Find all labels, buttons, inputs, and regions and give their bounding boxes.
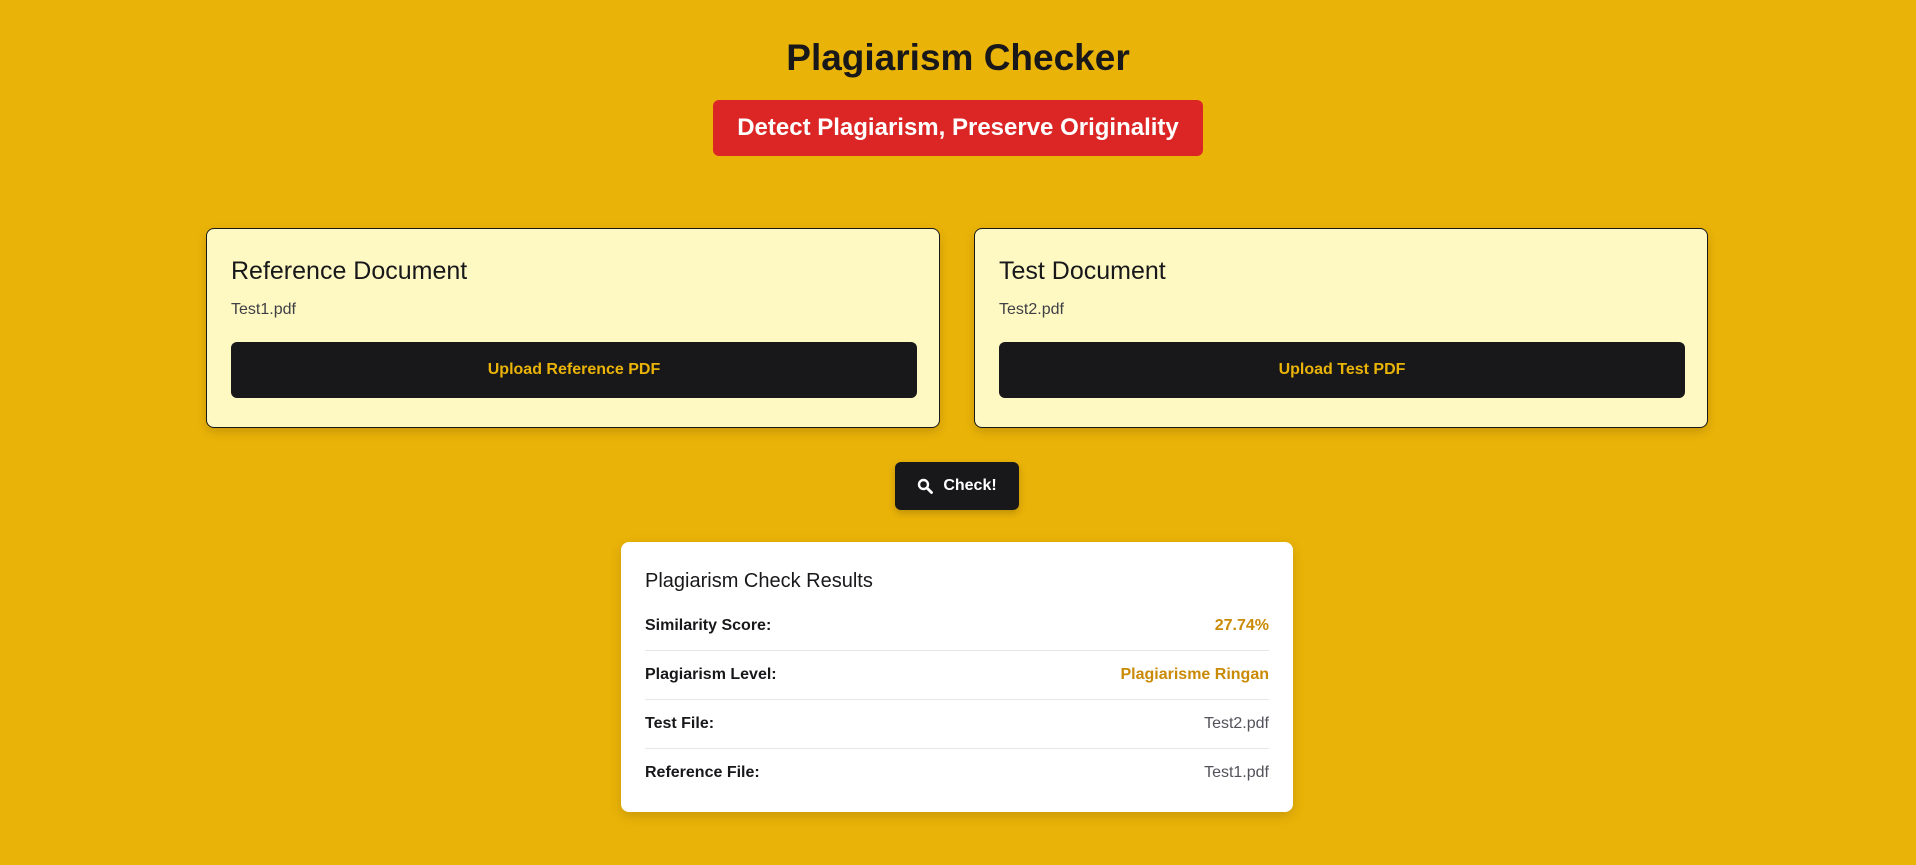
header: Plagiarism Checker Detect Plagiarism, Pr… [0, 0, 1916, 156]
reference-card-title: Reference Document [231, 257, 468, 285]
tagline-banner: Detect Plagiarism, Preserve Originality [713, 100, 1203, 156]
test-card-title: Test Document [999, 257, 1166, 285]
reference-file-label: Reference File: [645, 764, 760, 781]
reference-document-card: Reference Document Test1.pdf Upload Refe… [206, 228, 940, 428]
results-panel: Plagiarism Check Results Similarity Scor… [621, 542, 1293, 812]
results-title: Plagiarism Check Results [645, 570, 873, 592]
reference-file-value: Test1.pdf [1204, 764, 1269, 781]
check-button-label: Check! [943, 477, 997, 494]
search-icon [917, 478, 934, 494]
upload-reference-button[interactable]: Upload Reference PDF [231, 342, 917, 398]
upload-test-button[interactable]: Upload Test PDF [999, 342, 1685, 398]
test-file-label: Test File: [645, 715, 715, 732]
result-row-similarity: Similarity Score: 27.74% [645, 602, 1269, 651]
test-file-name: Test2.pdf [999, 301, 1064, 318]
result-row-test-file: Test File: Test2.pdf [645, 700, 1269, 749]
test-file-value: Test2.pdf [1204, 715, 1269, 732]
result-row-reference-file: Reference File: Test1.pdf [645, 749, 1269, 797]
plagiarism-level-value: Plagiarisme Ringan [1120, 666, 1270, 683]
plagiarism-level-label: Plagiarism Level: [645, 666, 777, 683]
check-button[interactable]: Check! [895, 462, 1019, 510]
result-row-level: Plagiarism Level: Plagiarisme Ringan [645, 651, 1269, 700]
test-document-card: Test Document Test2.pdf Upload Test PDF [974, 228, 1708, 428]
similarity-score-label: Similarity Score: [645, 617, 772, 634]
page-title: Plagiarism Checker [786, 37, 1130, 78]
similarity-score-value: 27.74% [1214, 617, 1269, 634]
reference-file-name: Test1.pdf [231, 301, 296, 318]
